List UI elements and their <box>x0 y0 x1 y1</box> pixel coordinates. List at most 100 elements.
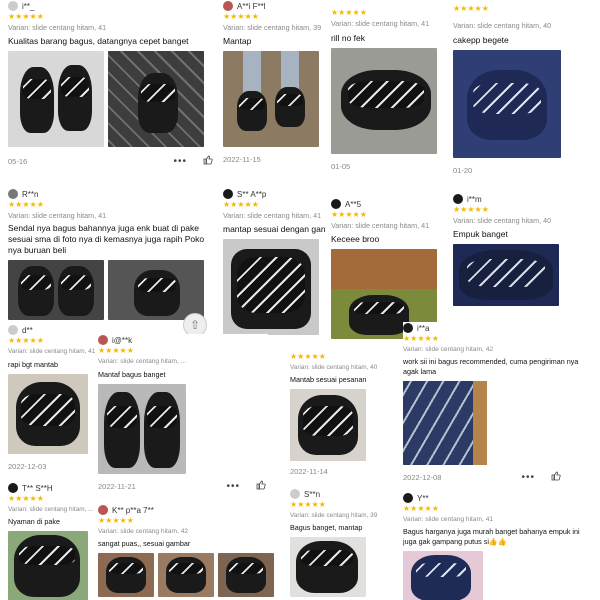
rating-stars: ★★★★★ <box>8 200 44 209</box>
review-date: 2022-11-15 <box>223 155 261 164</box>
review-card-11: ★★★★★ Varian: slide centang hitam, 40 Ma… <box>290 352 390 482</box>
reviewer-name: R**n <box>22 189 39 199</box>
variant-label: Varian: slide centang hitam, 40 <box>290 364 378 371</box>
review-text: Bagus harganya juga murah banget bahanya… <box>403 527 580 546</box>
review-photo[interactable] <box>218 553 274 597</box>
review-text: work sii ini bagus recommended, cuma pen… <box>403 357 579 376</box>
review-photo[interactable] <box>223 239 319 335</box>
review-text: Keceee broo <box>331 234 380 244</box>
rating-stars: ★★★★★ <box>290 352 326 361</box>
review-card-4: ★★★★★ Varian: slide centang hitam, 40 ca… <box>453 0 593 185</box>
more-options-icon[interactable]: ••• <box>226 481 240 492</box>
review-card-13: T** S**H ★★★★★ Varian: slide centang hit… <box>8 482 96 600</box>
more-options-icon[interactable]: ••• <box>521 472 535 483</box>
review-photo[interactable] <box>403 551 483 600</box>
review-date: 01-05 <box>331 162 351 171</box>
review-card-5: R**n ★★★★★ Varian: slide centang hitam, … <box>8 188 213 328</box>
rating-stars: ★★★★★ <box>403 334 439 343</box>
review-photo[interactable] <box>223 51 319 147</box>
variant-label: Varian: slide centang hitam, 41 <box>223 211 322 220</box>
review-text: rill no fek <box>331 33 366 43</box>
thumbs-up-icon[interactable] <box>203 155 213 167</box>
avatar[interactable] <box>290 489 300 499</box>
avatar[interactable] <box>331 199 341 209</box>
review-card-9: d** ★★★★★ Varian: slide centang hitam, 4… <box>8 324 96 474</box>
variant-label: Varian: slide centang hitam, 39 <box>290 512 378 519</box>
review-text: Mantaf bagus banget <box>98 370 166 379</box>
review-card-14: K** p**a 7** ★★★★★ Varian: slide centang… <box>98 504 288 600</box>
rating-stars: ★★★★★ <box>290 500 326 509</box>
review-photo[interactable] <box>331 48 437 154</box>
rating-stars: ★★★★★ <box>8 336 44 345</box>
avatar[interactable] <box>403 323 413 333</box>
review-photo[interactable] <box>290 389 366 461</box>
rating-stars: ★★★★★ <box>331 8 367 17</box>
review-text: Sendal nya bagus bahannya juga enk buat … <box>8 223 205 255</box>
thumbs-up-icon[interactable] <box>256 480 266 492</box>
rating-stars: ★★★★★ <box>8 494 44 503</box>
review-photo[interactable] <box>8 260 104 320</box>
review-card-1: i**_ ★★★★★ Varian: slide centang hitam, … <box>8 0 213 178</box>
review-photo[interactable] <box>108 51 204 147</box>
avatar[interactable] <box>8 1 18 11</box>
reviewer-name: T** S**H <box>22 483 53 493</box>
avatar[interactable] <box>403 493 413 503</box>
review-date: 2022-12-08 <box>403 472 442 482</box>
avatar[interactable] <box>8 189 18 199</box>
reviewer-name: A**5 <box>345 199 362 209</box>
reviewer-name: i**a <box>417 323 430 333</box>
review-date: 2022-11-21 <box>98 481 136 491</box>
variant-label: Varian: slide centang hitam, 40 <box>453 216 552 225</box>
reviewer-name: S** A**p <box>237 189 267 199</box>
avatar[interactable] <box>8 325 18 335</box>
variant-label: Varian: slide centang hitam, ... <box>98 358 187 365</box>
variant-label: Varian: slide centang hitam, 41 <box>8 211 107 220</box>
review-photo[interactable] <box>98 384 186 474</box>
review-text: rapi bgt mantab <box>8 360 58 369</box>
review-photo[interactable] <box>8 531 88 600</box>
rating-stars: ★★★★★ <box>453 205 489 214</box>
review-card-12: i**a ★★★★★ Varian: slide centang hitam, … <box>403 322 593 482</box>
variant-label: Varian: slide centang hitam, 42 <box>98 528 189 535</box>
review-text: Mantap <box>223 36 252 46</box>
more-options-icon[interactable]: ••• <box>173 156 187 167</box>
review-card-3: ★★★★★ Varian: slide centang hitam, 41 ri… <box>331 0 441 185</box>
review-photo[interactable] <box>403 381 487 465</box>
avatar[interactable] <box>223 1 233 11</box>
variant-label: Varian: slide centang hitam, 42 <box>403 346 494 353</box>
review-date: 2022-12-03 <box>8 462 47 471</box>
avatar[interactable] <box>98 335 108 345</box>
review-card-8: i**m ★★★★★ Varian: slide centang hitam, … <box>453 193 593 323</box>
thumbs-up-icon[interactable] <box>551 471 561 482</box>
reviewer-name: Y** <box>417 493 429 503</box>
rating-stars: ★★★★★ <box>331 210 367 219</box>
review-photo[interactable] <box>290 537 366 597</box>
variant-label: Varian: slide centang hitam, 41 <box>403 516 494 523</box>
review-text: Kualitas barang bagus, datangnya cepet b… <box>8 36 189 46</box>
avatar[interactable] <box>98 505 108 515</box>
review-photo[interactable] <box>453 50 561 158</box>
avatar[interactable] <box>223 189 233 199</box>
rating-stars: ★★★★★ <box>223 12 259 21</box>
review-photo[interactable] <box>453 244 559 306</box>
review-text: Nyaman di pake <box>8 517 60 526</box>
review-photo[interactable] <box>8 51 104 147</box>
variant-label: Varian: slide centang hitam, 41 <box>331 19 430 28</box>
review-photo[interactable] <box>108 260 204 320</box>
review-photo[interactable] <box>8 374 88 454</box>
review-date: 01-20 <box>453 166 473 175</box>
avatar[interactable] <box>8 483 18 493</box>
review-date: 2022-11-14 <box>290 467 328 476</box>
review-photo[interactable] <box>158 553 214 597</box>
avatar[interactable] <box>453 194 463 204</box>
variant-label: Varian: slide centang hitam, 41 <box>331 221 430 230</box>
review-text: Mantab sesuai pesanan <box>290 375 367 384</box>
reviewer-name: i**_ <box>22 1 35 11</box>
reviewer-name: A**i F**l <box>237 1 266 11</box>
review-text: sangat puas,, sesuai gambar <box>98 539 191 548</box>
variant-label: Varian: slide centang hitam, 41 <box>8 23 107 32</box>
reviewer-name: i**m <box>467 194 482 204</box>
review-text: cakepp begete <box>453 35 509 45</box>
review-photo[interactable] <box>98 553 154 597</box>
reviewer-name: d** <box>22 325 33 335</box>
